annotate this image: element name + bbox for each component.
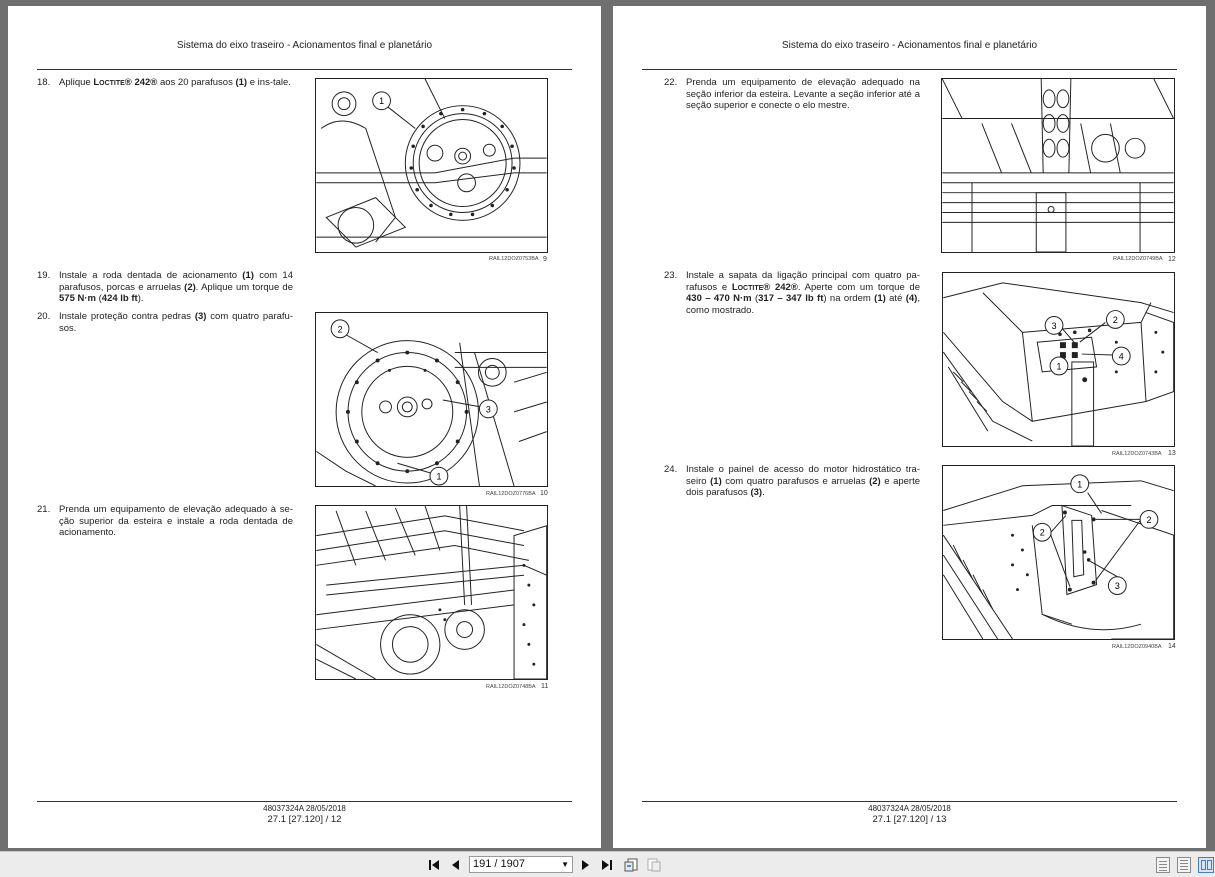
go-forward-view-button[interactable] [646,857,662,873]
callout-label: 2 [1040,528,1045,538]
callout-label: 2 [1146,515,1151,525]
figure-number: 9 [543,256,547,263]
step-text: Instale o painel de acesso do motor hidr… [686,464,921,498]
master-link-shoe-drawing: 3 2 1 4 [943,282,1174,446]
go-back-view-icon [624,858,638,872]
figure-13-illustration: 3 2 1 4 [942,272,1175,447]
previous-page-icon [452,860,459,870]
footer-document-code: 48037324A 28/05/2018 [263,804,346,813]
last-page-button[interactable] [599,857,615,873]
callout-3: 3 [478,399,498,419]
figure-code: RAIL12DOZ0776BA [486,491,536,497]
figure-14-illustration: 1 2 2 3 [942,465,1175,640]
callout-label: 2 [338,324,343,334]
figure-code: RAIL12DOZ0753BA [489,256,539,262]
figure-number: 10 [540,490,548,497]
figure-9-illustration: 1 [315,78,548,253]
header-rule [37,69,572,70]
step-text: Instale a sapata da ligação principal co… [686,270,921,316]
step-number: 24. [664,464,678,475]
step-number: 23. [664,270,678,281]
callout-label: 1 [1057,361,1062,371]
footer-page-number: 27.1 [27.120] / 12 [267,814,342,825]
figure-12-illustration [941,78,1175,253]
page-indicator: 191 / 1907 [473,858,525,870]
footer-rule [642,801,1177,802]
step-text: Prenda um equipamento de elevação adequa… [59,504,293,538]
go-back-view-button[interactable] [623,857,639,873]
step-number: 18. [37,77,51,88]
callout-label: 3 [1115,581,1120,591]
figure-code: RAIL12DOZ0940BA [1112,644,1162,650]
next-page-icon [582,860,589,870]
first-page-icon [429,860,439,870]
callout-label: 1 [1077,479,1082,489]
header-rule [642,69,1177,70]
callout-2: 2 [1139,509,1159,529]
callout-label: 3 [486,404,491,414]
document-page-left: Sistema do eixo traseiro - Acionamentos … [8,6,601,848]
footer-rule [37,801,572,802]
step-text: Instale proteção contra pedras (3) com q… [59,311,293,334]
step-number: 21. [37,504,51,515]
figure-code: RAIL12DOZ0748BA [486,684,536,690]
step-text: Instale a roda dentada de acionamento (1… [59,270,293,304]
figure-number: 14 [1168,643,1176,650]
callout-3: 3 [1107,576,1127,596]
callout-label: 1 [436,472,441,482]
document-page-right: Sistema do eixo traseiro - Acionamentos … [613,6,1206,848]
footer-document-code: 48037324A 28/05/2018 [868,804,951,813]
figure-code: RAIL12DOZ0749BA [1113,256,1163,262]
callout-label: 3 [1052,321,1057,331]
first-page-button[interactable] [426,857,442,873]
chevron-down-icon: ▼ [561,860,569,869]
callout-4: 4 [1111,346,1131,366]
access-panel-drawing: 1 2 2 3 [943,474,1174,639]
drive-sprocket-drawing: 1 [316,79,547,248]
next-page-button[interactable] [577,857,593,873]
track-upper-section-drawing [316,506,547,679]
lifting-chain-drawing [942,79,1174,252]
step-number: 19. [37,270,51,281]
callout-2: 2 [1032,522,1052,542]
running-head: Sistema do eixo traseiro - Acionamentos … [781,40,1038,51]
figure-number: 11 [541,683,549,690]
footer-page-number: 27.1 [27.120] / 13 [872,814,947,825]
callout-1: 1 [1049,356,1069,376]
figure-number: 12 [1168,256,1176,263]
callout-3: 3 [1044,316,1064,335]
go-forward-view-icon [647,858,661,872]
callout-label: 4 [1119,352,1124,362]
figure-number: 13 [1168,450,1176,457]
callout-1: 1 [1070,474,1090,494]
facing-pages-view-button[interactable] [1198,857,1214,873]
sprocket-installed-drawing: 2 3 1 [316,319,547,486]
continuous-view-button[interactable] [1177,857,1191,873]
callout-label: 2 [1113,315,1118,325]
callout-2: 2 [1105,310,1125,329]
callout-2: 2 [330,319,350,339]
figure-11-illustration [315,505,548,680]
figure-10-illustration: 2 3 1 [315,312,548,487]
viewer-toolbar: 191 / 1907 ▼ [0,851,1215,877]
last-page-icon [602,860,612,870]
step-text: Aplique Loctite® 242® aos 20 parafusos (… [59,77,291,88]
callout-label: 1 [379,96,384,106]
running-head: Sistema do eixo traseiro - Acionamentos … [176,40,433,51]
callout-1: 1 [372,91,391,111]
callout-1: 1 [429,466,449,486]
page-number-select[interactable]: 191 / 1907 ▼ [469,856,573,873]
step-number: 20. [37,311,51,322]
single-page-view-button[interactable] [1156,857,1170,873]
step-text: Prenda um equipamento de elevação adequa… [686,77,920,111]
previous-page-button[interactable] [448,857,464,873]
step-number: 22. [664,77,678,88]
figure-code: RAIL12DOZ0743BA [1112,451,1162,457]
